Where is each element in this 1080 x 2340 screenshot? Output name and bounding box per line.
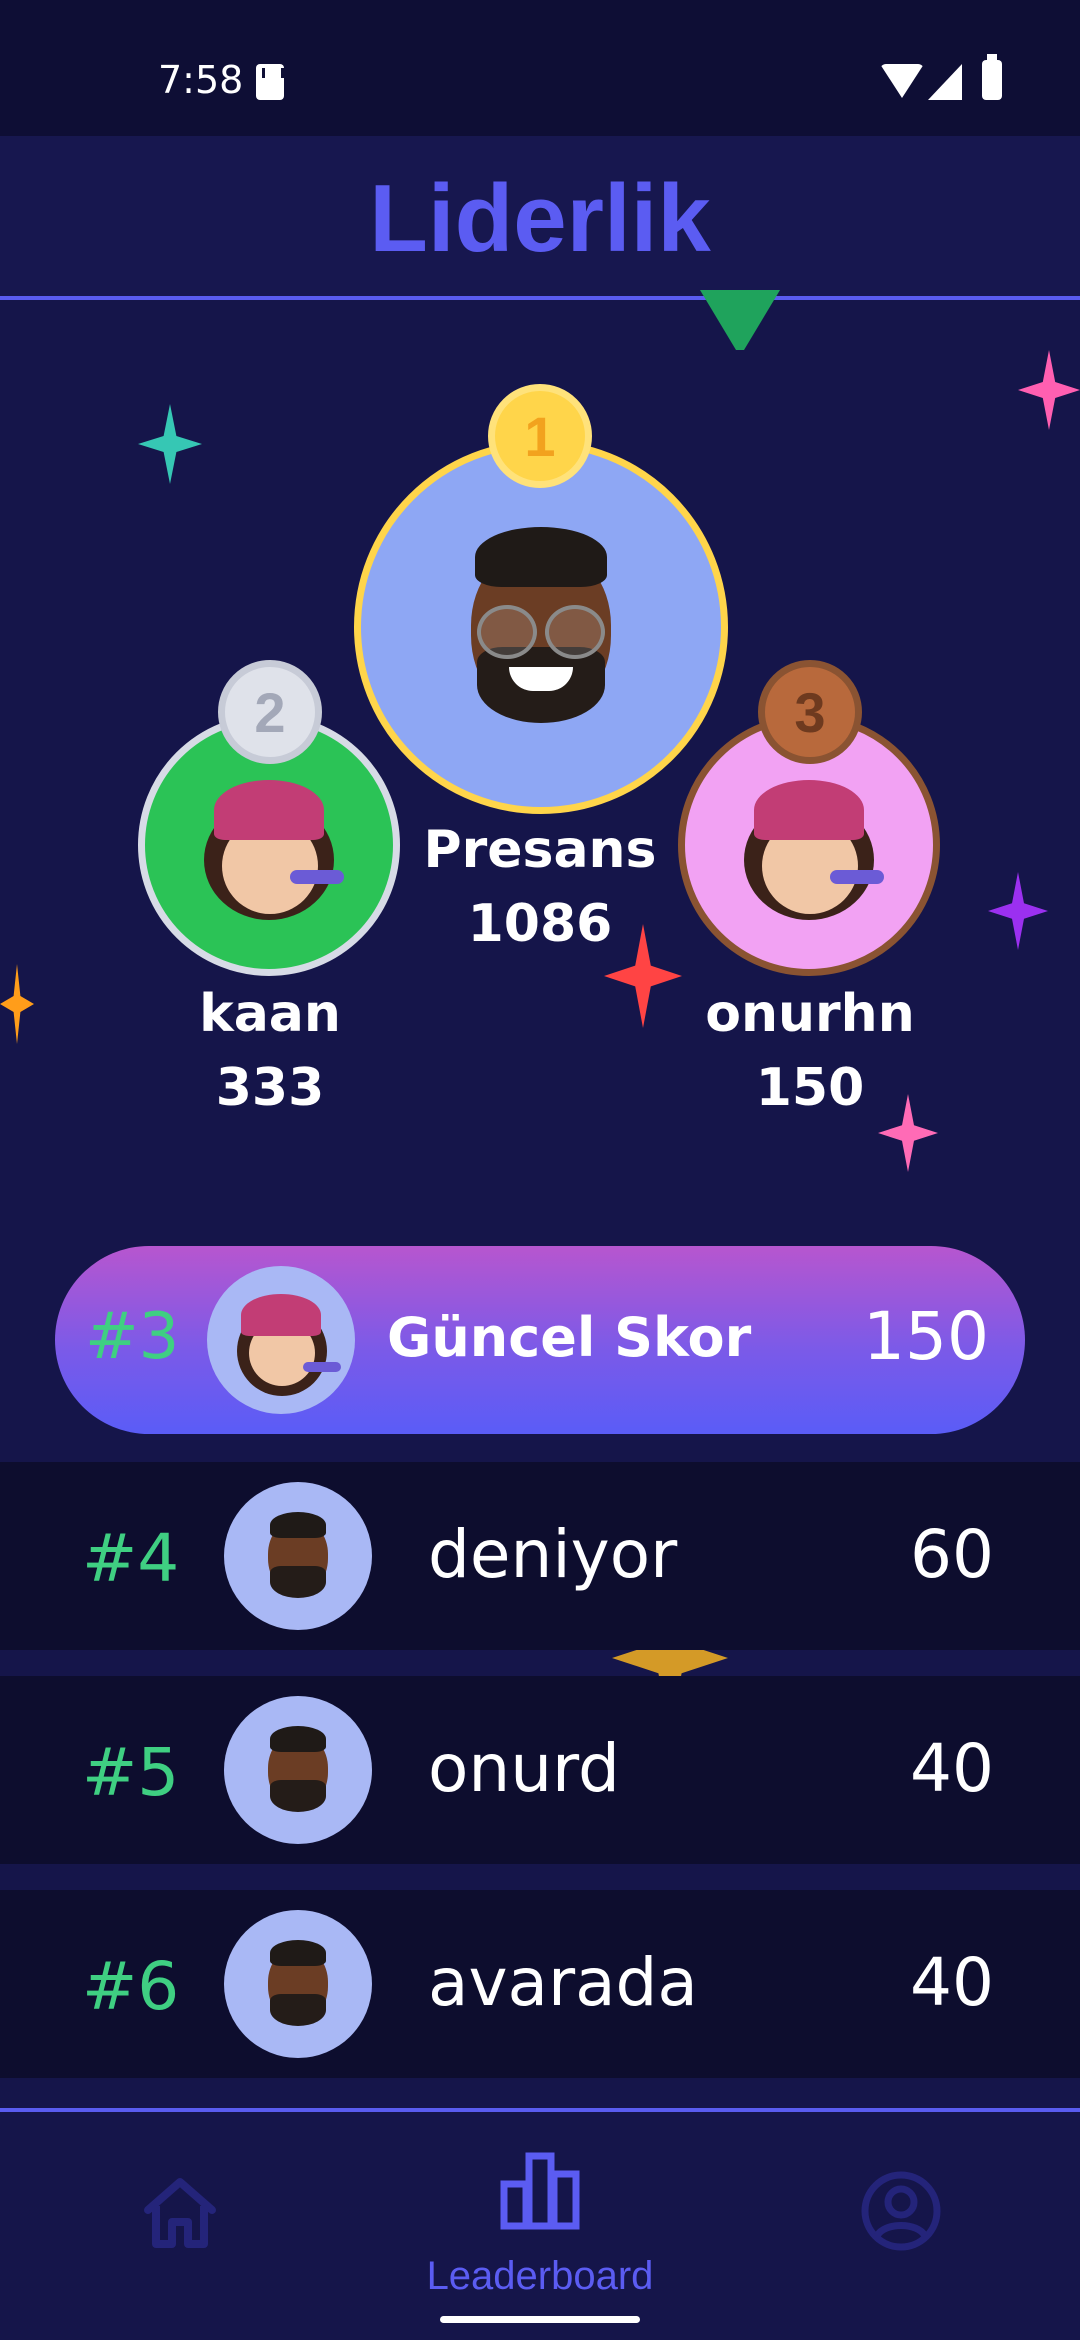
row-name: avarada	[428, 1944, 698, 2021]
row-score: 60	[910, 1516, 994, 1593]
status-time: 7:58	[158, 58, 244, 102]
row-rank: #6	[82, 1948, 180, 2025]
row-rank: #5	[82, 1734, 180, 1811]
avatar	[224, 1696, 372, 1844]
rank-badge-first: 1	[488, 384, 592, 488]
avatar	[224, 1482, 372, 1630]
list-item[interactable]: #6 avarada 40	[0, 1890, 1080, 2078]
list-item[interactable]: #5 onurd 40	[0, 1676, 1080, 1864]
row-name: deniyor	[428, 1516, 678, 1593]
current-score-value: 150	[863, 1298, 989, 1375]
podium-name-second: kaan	[199, 984, 341, 1044]
leaderboard-icon[interactable]	[500, 2150, 580, 2230]
home-indicator[interactable]	[440, 2316, 640, 2323]
avatar	[734, 770, 884, 920]
current-score-card[interactable]: #3 Güncel Skor 150	[55, 1246, 1025, 1434]
podium-name-first: Presans	[423, 820, 657, 880]
signal-icon	[928, 64, 962, 100]
list-item[interactable]: #4 deniyor 60	[0, 1462, 1080, 1650]
current-score-label: Güncel Skor	[387, 1306, 752, 1369]
sparkle-decoration	[1018, 350, 1080, 430]
podium-score-first: 1086	[467, 894, 613, 954]
wifi-icon	[880, 64, 924, 98]
row-name: onurd	[428, 1730, 620, 1807]
podium-score-second: 333	[215, 1058, 325, 1118]
avatar	[207, 1266, 355, 1414]
avatar	[224, 1910, 372, 2058]
podium-avatar-first[interactable]	[354, 440, 728, 814]
sd-card-icon	[256, 64, 284, 100]
profile-icon[interactable]	[860, 2170, 942, 2252]
current-rank: #3	[85, 1300, 180, 1374]
podium-name-third: onurhn	[705, 984, 915, 1044]
status-bar: 7:58	[0, 0, 1080, 136]
sparkle-decoration	[700, 290, 780, 350]
row-score: 40	[910, 1944, 994, 2021]
rank-badge-second: 2	[218, 660, 322, 764]
app-header: Liderlik	[0, 136, 1080, 300]
sparkle-decoration	[0, 964, 34, 1044]
page-title: Liderlik	[369, 165, 711, 272]
nav-label-leaderboard[interactable]: Leaderboard	[0, 2254, 1080, 2299]
bottom-nav: Leaderboard	[0, 2108, 1080, 2340]
avatar	[451, 527, 631, 727]
home-icon[interactable]	[140, 2172, 220, 2252]
sparkle-decoration	[988, 872, 1048, 950]
row-score: 40	[910, 1730, 994, 1807]
row-rank: #4	[82, 1520, 180, 1597]
rank-badge-third: 3	[758, 660, 862, 764]
avatar	[194, 770, 344, 920]
battery-icon	[982, 54, 1002, 100]
sparkle-decoration	[138, 404, 202, 484]
podium-score-third: 150	[755, 1058, 865, 1118]
